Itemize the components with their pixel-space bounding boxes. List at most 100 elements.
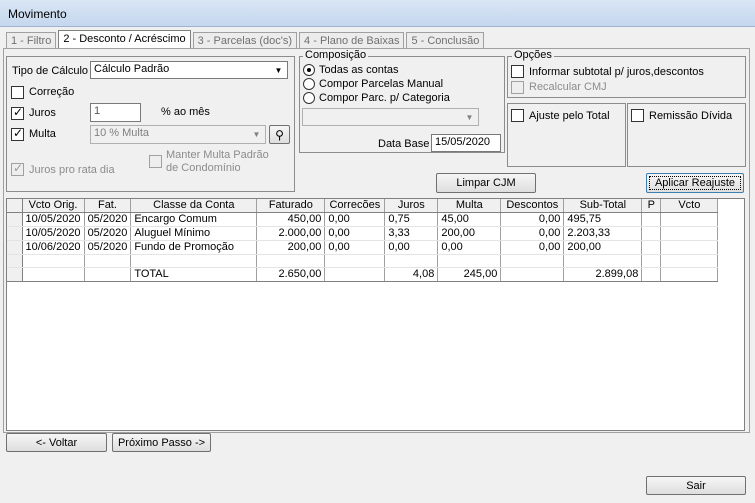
juros-pro-rata-checkbox[interactable]: ✓ xyxy=(11,161,24,176)
col-vcto-orig[interactable]: Vcto Orig. xyxy=(22,199,85,213)
cell-vcto-orig[interactable] xyxy=(22,254,85,268)
correcao-checkbox[interactable] xyxy=(11,86,24,99)
col-classe-conta[interactable]: Classe da Conta xyxy=(130,199,258,213)
voltar-button[interactable]: <- Voltar xyxy=(6,433,107,452)
tab-plano-baixas[interactable]: 4 - Plano de Baixas xyxy=(299,32,405,49)
radio-compor-categoria[interactable] xyxy=(303,92,315,104)
cell-p[interactable] xyxy=(641,240,662,255)
informar-subtotal-checkbox[interactable] xyxy=(511,65,524,78)
row-indicator[interactable] xyxy=(7,240,23,255)
row-indicator[interactable] xyxy=(7,254,23,268)
cell-vcto-orig[interactable]: 10/06/2020 xyxy=(22,240,85,255)
table-row[interactable]: 10/05/2020 05/2020 Aluguel Mínimo 2.000,… xyxy=(7,226,719,241)
col-sub-total[interactable]: Sub-Total xyxy=(563,199,643,213)
remissao-checkbox[interactable] xyxy=(631,109,644,122)
cell-vcto-orig[interactable]: 10/05/2020 xyxy=(22,212,85,227)
manter-multa-checkbox[interactable] xyxy=(149,155,162,168)
tab-conclusao[interactable]: 5 - Conclusão xyxy=(406,32,485,49)
juros-input[interactable]: 1 xyxy=(90,103,141,122)
manter-multa-label: Manter Multa Padrão xyxy=(166,149,269,161)
tab-filtro[interactable]: 1 - Filtro xyxy=(6,32,57,49)
cell-fat[interactable]: 05/2020 xyxy=(84,240,132,255)
cell-faturado[interactable] xyxy=(256,254,326,268)
total-multa: 245,00 xyxy=(437,267,502,282)
cell-classe[interactable]: Fundo de Promoção xyxy=(130,240,258,255)
juros-checkbox[interactable]: ✓ xyxy=(11,105,24,120)
cell-sub-total[interactable] xyxy=(563,254,643,268)
multa-checkbox[interactable]: ✓ xyxy=(11,126,24,141)
cell-vcto[interactable] xyxy=(660,240,719,255)
radio-compor-manual[interactable] xyxy=(303,78,315,90)
cell-vcto[interactable] xyxy=(660,254,719,268)
cell-p[interactable] xyxy=(641,212,662,227)
cell-descontos[interactable]: 0,00 xyxy=(500,212,565,227)
cell-faturado[interactable]: 2.000,00 xyxy=(256,226,326,241)
cell-p[interactable] xyxy=(641,254,662,268)
cell-sub-total[interactable]: 495,75 xyxy=(563,212,643,227)
cell-classe[interactable]: Encargo Comum xyxy=(130,212,258,227)
categoria-select[interactable]: ▼ xyxy=(302,108,479,126)
manter-multa-label-2: de Condomínio xyxy=(166,162,241,174)
cell-faturado[interactable]: 200,00 xyxy=(256,240,326,255)
cell-multa[interactable] xyxy=(437,254,502,268)
col-faturado[interactable]: Faturado xyxy=(256,199,326,213)
table-row[interactable] xyxy=(7,254,719,268)
cell-vcto-orig[interactable]: 10/05/2020 xyxy=(22,226,85,241)
opcoes-legend: Opções xyxy=(512,49,554,61)
cell-sub-total[interactable]: 2.203,33 xyxy=(563,226,643,241)
cell-p[interactable] xyxy=(641,226,662,241)
tab-parcelas[interactable]: 3 - Parcelas (doc's) xyxy=(192,32,298,49)
cell-juros[interactable]: 0,75 xyxy=(384,212,439,227)
cell-descontos[interactable]: 0,00 xyxy=(500,226,565,241)
cell-vcto[interactable] xyxy=(660,212,719,227)
cell-multa[interactable]: 45,00 xyxy=(437,212,502,227)
binoculars-button[interactable]: ⚲ xyxy=(269,125,290,144)
sair-button[interactable]: Sair xyxy=(646,476,746,495)
col-juros[interactable]: Juros xyxy=(384,199,439,213)
col-vcto[interactable]: Vcto xyxy=(660,199,719,213)
cell-multa[interactable]: 200,00 xyxy=(437,226,502,241)
total-descontos xyxy=(500,267,565,282)
col-fat[interactable]: Fat. xyxy=(84,199,132,213)
aplicar-reajuste-button[interactable]: Aplicar Reajuste xyxy=(646,173,744,193)
proximo-passo-button[interactable]: Próximo Passo -> xyxy=(112,433,211,452)
cell-juros[interactable]: 3,33 xyxy=(384,226,439,241)
cell-juros[interactable] xyxy=(384,254,439,268)
col-correcoes[interactable]: Correcões xyxy=(324,199,386,213)
cell-sub-total[interactable]: 200,00 xyxy=(563,240,643,255)
cell-descontos[interactable] xyxy=(500,254,565,268)
cell-fat[interactable] xyxy=(84,254,132,268)
row-indicator[interactable] xyxy=(7,226,23,241)
cell-vcto[interactable] xyxy=(660,226,719,241)
row-indicator[interactable] xyxy=(7,212,23,227)
cell-classe[interactable]: Aluguel Mínimo xyxy=(130,226,258,241)
cell-classe[interactable] xyxy=(130,254,258,268)
tab-desconto-acrescimo[interactable]: 2 - Desconto / Acréscimo xyxy=(58,30,191,49)
col-multa[interactable]: Multa xyxy=(437,199,502,213)
cell-fat[interactable]: 05/2020 xyxy=(84,212,132,227)
ajuste-total-checkbox[interactable] xyxy=(511,109,524,122)
cell-multa[interactable]: 0,00 xyxy=(437,240,502,255)
cell-fat[interactable]: 05/2020 xyxy=(84,226,132,241)
data-base-input[interactable]: 15/05/2020 xyxy=(431,134,501,152)
total-juros: 4,08 xyxy=(384,267,439,282)
table-row[interactable]: 10/06/2020 05/2020 Fundo de Promoção 200… xyxy=(7,240,719,255)
cell-correcoes[interactable] xyxy=(324,254,386,268)
limpar-cjm-button[interactable]: Limpar CJM xyxy=(436,173,536,193)
col-p[interactable]: P xyxy=(641,199,662,213)
cell-faturado[interactable]: 450,00 xyxy=(256,212,326,227)
chevron-down-icon: ▼ xyxy=(252,130,261,139)
parcelas-grid[interactable]: Vcto Orig. Fat. Classe da Conta Faturado… xyxy=(6,198,745,431)
table-row[interactable]: 10/05/2020 05/2020 Encargo Comum 450,00 … xyxy=(7,212,719,227)
cell-juros[interactable]: 0,00 xyxy=(384,240,439,255)
col-descontos[interactable]: Descontos xyxy=(500,199,565,213)
radio-todas-contas[interactable] xyxy=(303,64,315,76)
recalcular-cmj-checkbox[interactable] xyxy=(511,81,524,94)
cell-correcoes[interactable]: 0,00 xyxy=(324,226,386,241)
multa-select[interactable]: 10 % Multa ▼ xyxy=(90,125,266,144)
cell-correcoes[interactable]: 0,00 xyxy=(324,212,386,227)
total-label: TOTAL xyxy=(130,267,258,282)
cell-correcoes[interactable]: 0,00 xyxy=(324,240,386,255)
cell-descontos[interactable]: 0,00 xyxy=(500,240,565,255)
tipo-calculo-select[interactable]: Cálculo Padrão ▼ xyxy=(90,61,288,79)
